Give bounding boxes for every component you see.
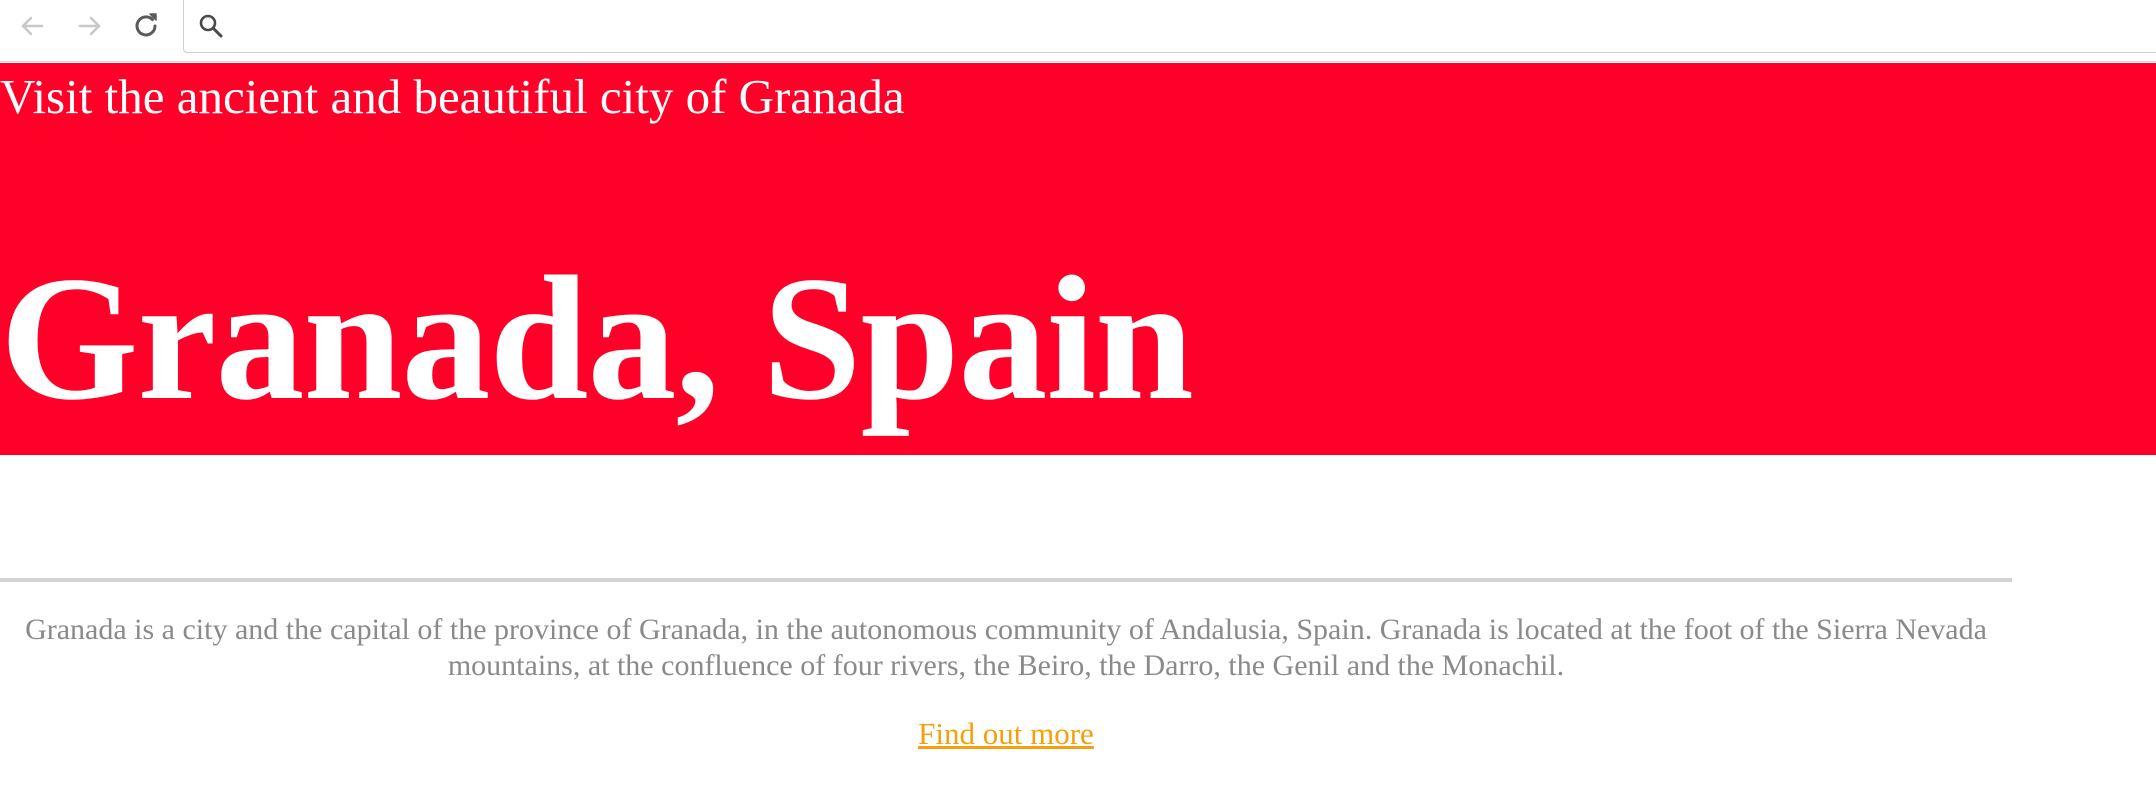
hero-banner: Visit the ancient and beautiful city of … xyxy=(0,63,2156,455)
reload-icon xyxy=(135,13,157,37)
find-out-more-link[interactable]: Find out more xyxy=(918,716,1094,751)
find-out-more-container: Find out more xyxy=(0,714,2012,754)
address-bar[interactable] xyxy=(183,0,2156,53)
page-title: Granada, Spain xyxy=(0,239,1194,437)
address-input[interactable] xyxy=(234,10,2138,42)
arrow-left-icon xyxy=(21,16,44,36)
back-button[interactable] xyxy=(14,8,50,44)
arrow-right-icon xyxy=(78,16,101,36)
search-icon xyxy=(198,13,224,44)
hero-tagline: Visit the ancient and beautiful city of … xyxy=(0,69,905,124)
section-divider xyxy=(0,578,2012,582)
browser-toolbar xyxy=(0,0,2156,62)
city-description: Granada is a city and the capital of the… xyxy=(25,613,1987,682)
reload-button[interactable] xyxy=(128,8,164,44)
forward-button[interactable] xyxy=(72,8,108,44)
